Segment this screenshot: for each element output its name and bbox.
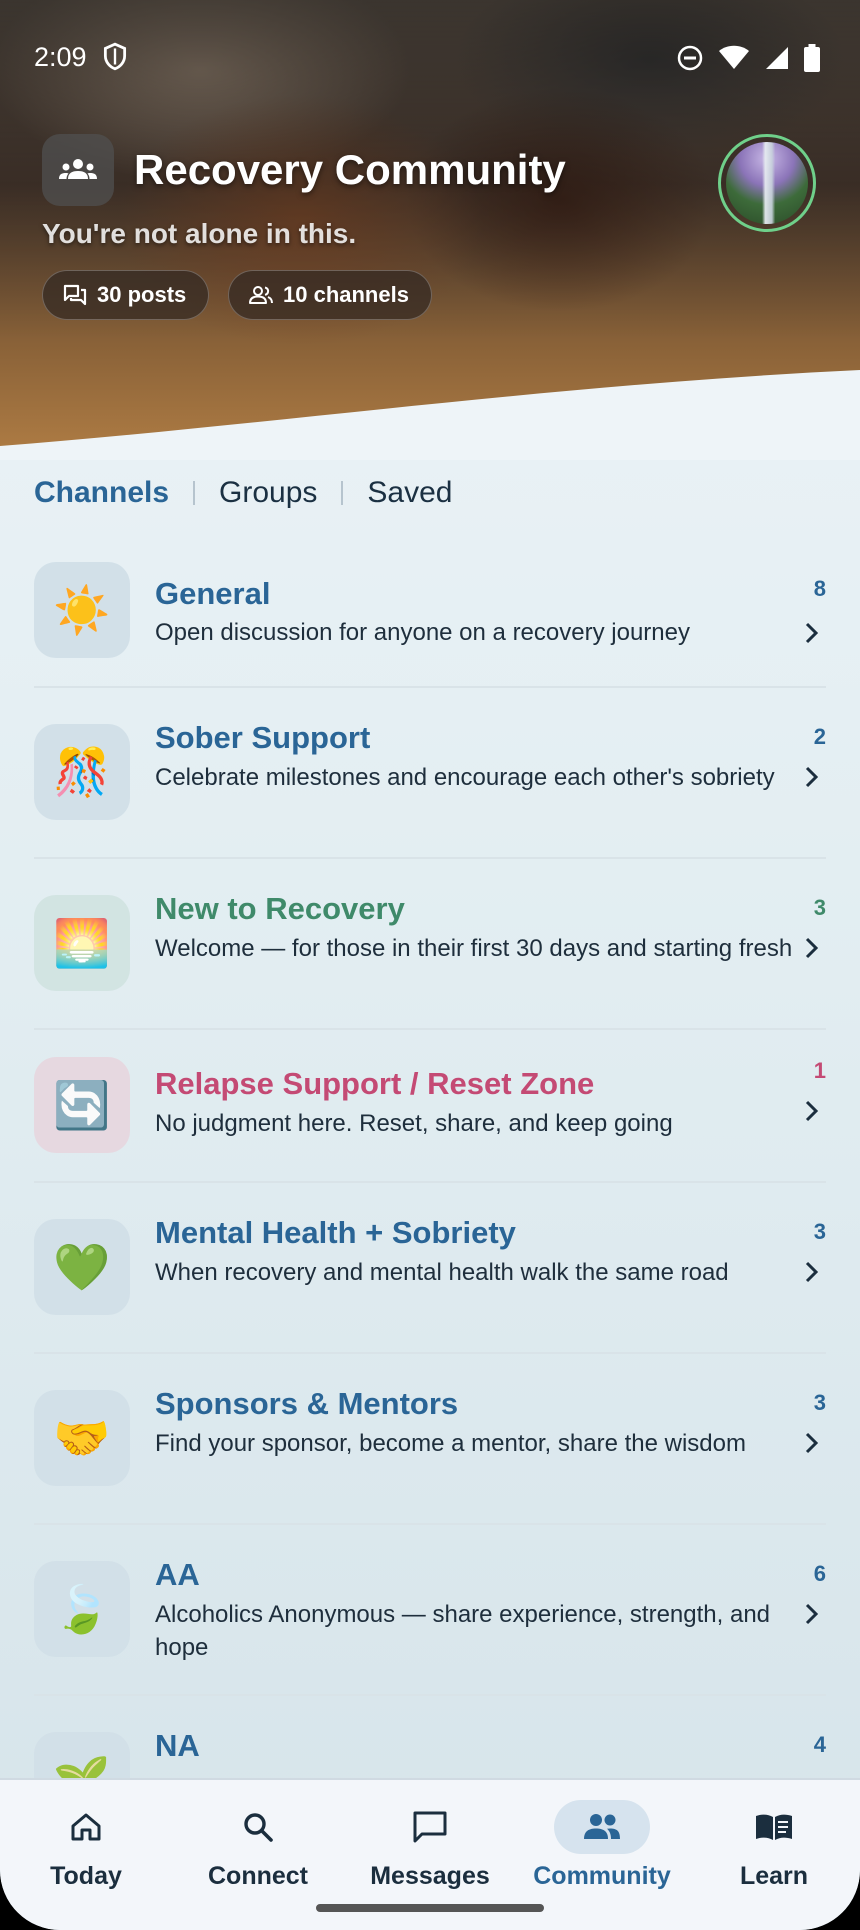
page-subtitle: You're not alone in this.: [42, 218, 357, 249]
signal-icon: [766, 47, 788, 69]
people-outline-icon: [249, 286, 273, 304]
channel-post-count: 6: [813, 1561, 826, 1586]
bottom-nav: Today Connect Messages Community Learn: [0, 1778, 860, 1930]
battery-icon: [804, 44, 820, 72]
channel-row-sober-support[interactable]: 🎊 Sober Support Celebrate milestones and…: [34, 688, 826, 859]
tab-divider: [193, 481, 196, 505]
nav-learn[interactable]: Learn: [688, 1800, 860, 1891]
channel-title: Mental Health + Sobriety: [155, 1215, 516, 1250]
chat-icon: [413, 1811, 447, 1843]
status-bar: 2:09: [0, 38, 860, 78]
nav-label: Today: [50, 1862, 122, 1890]
hero-curve: [0, 370, 860, 460]
nav-connect[interactable]: Connect: [172, 1800, 344, 1891]
channel-description: Alcoholics Anonymous — share experience,…: [155, 1601, 771, 1661]
home-icon: [71, 1813, 101, 1841]
chat-bubbles-icon: [63, 284, 87, 306]
people-icon: [584, 1814, 620, 1839]
app-screen: 2:09 Recovery Community You're not alone…: [0, 0, 860, 1930]
dnd-icon: [677, 45, 703, 71]
channel-title: AA: [155, 1557, 200, 1592]
channel-post-count: 3: [813, 1219, 826, 1244]
wifi-icon: [719, 45, 749, 69]
tab-channels[interactable]: Channels: [34, 476, 169, 510]
channel-description: No judgment here. Reset, share, and keep…: [155, 1110, 673, 1137]
posts-chip[interactable]: 30 posts: [42, 270, 210, 320]
nav-label: Messages: [370, 1862, 490, 1890]
green-heart-icon: 💚: [34, 1219, 130, 1315]
channel-title: Sponsors & Mentors: [155, 1386, 459, 1421]
channel-row-mental-health[interactable]: 💚 Mental Health + Sobriety When recovery…: [34, 1183, 826, 1354]
channel-title: New to Recovery: [155, 891, 405, 926]
search-icon: [244, 1813, 273, 1842]
tab-saved[interactable]: Saved: [367, 476, 452, 510]
channel-post-count: 4: [813, 1732, 826, 1757]
posts-chip-label: 30 posts: [97, 282, 187, 307]
avatar[interactable]: [718, 134, 816, 232]
tab-divider: [341, 481, 344, 505]
channels-chip[interactable]: 10 channels: [228, 270, 432, 320]
channel-description: Welcome — for those in their first 30 da…: [155, 935, 793, 962]
channels-chip-label: 10 channels: [283, 282, 409, 307]
channel-description: Find your sponsor, become a mentor, shar…: [155, 1430, 746, 1457]
channel-post-count: 3: [813, 1390, 826, 1415]
channel-post-count: 2: [813, 724, 826, 749]
handshake-icon: 🤝: [34, 1390, 130, 1486]
chevron-right-icon: [805, 1100, 819, 1122]
channel-description: Open discussion for anyone on a recovery…: [155, 619, 690, 646]
shield-icon: [103, 42, 127, 71]
avatar-image: [726, 142, 808, 224]
channel-row-new-to-recovery[interactable]: 🌅 New to Recovery Welcome — for those in…: [34, 859, 826, 1030]
channel-title: Sober Support: [155, 720, 371, 755]
channel-title: General: [155, 576, 271, 611]
nav-messages[interactable]: Messages: [344, 1800, 516, 1891]
chevron-right-icon: [805, 937, 819, 959]
channel-list: ☀️ General Open discussion for anyone on…: [34, 556, 826, 1867]
confetti-icon: 🎊: [34, 724, 130, 820]
chevron-right-icon: [805, 622, 819, 644]
chevron-right-icon: [805, 1432, 819, 1454]
home-indicator[interactable]: [316, 1904, 544, 1912]
nav-label: Connect: [208, 1862, 308, 1890]
book-icon: [756, 1814, 792, 1840]
section-tabs: Channels Groups Saved: [34, 476, 453, 510]
nav-today[interactable]: Today: [0, 1800, 172, 1891]
nav-label: Community: [533, 1862, 671, 1890]
community-badge-icon: [42, 134, 114, 206]
channel-post-count: 1: [813, 1058, 826, 1083]
page-title: Recovery Community: [134, 146, 566, 193]
sun-icon: ☀️: [34, 562, 130, 658]
leaf-icon: 🍃: [34, 1561, 130, 1657]
sunrise-icon: 🌅: [34, 895, 130, 991]
nav-label: Learn: [739, 1862, 809, 1890]
channel-row-sponsors-mentors[interactable]: 🤝 Sponsors & Mentors Find your sponsor, …: [34, 1354, 826, 1525]
channel-post-count: 3: [813, 895, 826, 920]
chevron-right-icon: [805, 766, 819, 788]
channel-description: Celebrate milestones and encourage each …: [155, 764, 775, 791]
channel-title: Relapse Support / Reset Zone: [155, 1066, 595, 1101]
reset-arrows-icon: 🔄: [34, 1057, 130, 1153]
status-time: 2:09: [34, 42, 87, 72]
channel-description: When recovery and mental health walk the…: [155, 1259, 729, 1286]
nav-community[interactable]: Community: [516, 1800, 688, 1891]
chevron-right-icon: [805, 1603, 819, 1625]
chevron-right-icon: [805, 1261, 819, 1283]
channel-row-relapse-support[interactable]: 🔄 Relapse Support / Reset Zone No judgme…: [34, 1030, 826, 1183]
channel-title: NA: [155, 1728, 200, 1763]
channel-row-aa[interactable]: 🍃 AA Alcoholics Anonymous — share experi…: [34, 1525, 826, 1696]
channel-post-count: 8: [813, 576, 826, 601]
tab-groups[interactable]: Groups: [219, 476, 317, 510]
channel-row-general[interactable]: ☀️ General Open discussion for anyone on…: [34, 556, 826, 688]
